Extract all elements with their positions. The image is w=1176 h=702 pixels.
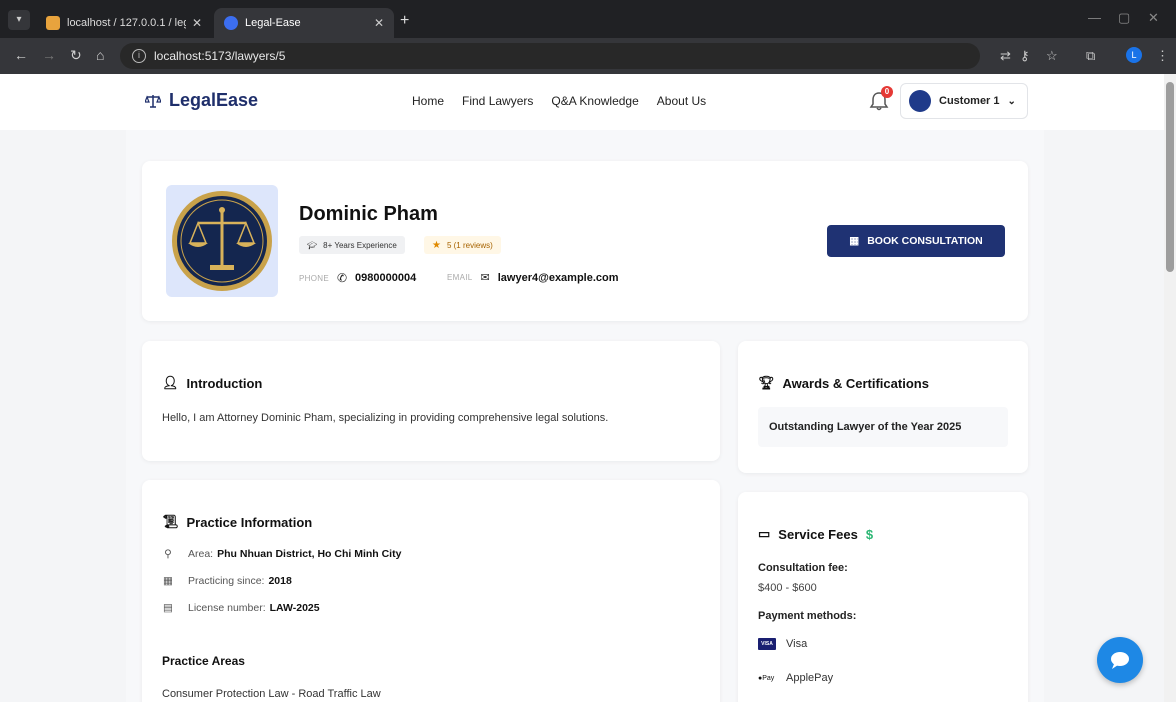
scales-of-justice-emblem-icon: [172, 191, 272, 291]
notification-badge: 0: [881, 86, 893, 98]
lawyer-profile-card: Dominic Pham 🎓︎ 8+ Years Experience ★ 5 …: [142, 161, 1028, 321]
email-contact: EMAIL ✉ lawyer4@example.com: [447, 271, 619, 285]
apple-pay-icon: ●Pay: [758, 674, 775, 682]
browser-menu-icon[interactable]: ⋮: [1156, 48, 1169, 64]
lawyer-name: Dominic Pham: [299, 203, 438, 225]
service-fees-card: ▭ Service Fees $ Consultation fee: $400 …: [738, 492, 1028, 702]
scrollbar-thumb[interactable]: [1166, 82, 1174, 272]
chat-bubble-icon: [1111, 652, 1129, 669]
main-content: Dominic Pham 🎓︎ 8+ Years Experience ★ 5 …: [126, 130, 1044, 702]
scroll-icon: 📜︎: [162, 514, 179, 529]
browser-address-bar: ← → ↻ ⌂ i localhost:5173/lawyers/5 ⇄ ⚷ ☆…: [0, 38, 1176, 74]
extensions-icon[interactable]: ⧉: [1086, 48, 1095, 64]
id-card-icon: ▤: [163, 602, 173, 614]
brand-logo[interactable]: LegalEase: [145, 90, 258, 111]
map-pin-icon: ⚲: [164, 548, 172, 560]
home-icon[interactable]: ⌂: [96, 47, 104, 63]
dollar-icon: $: [865, 526, 874, 542]
page-scrollbar[interactable]: [1164, 74, 1176, 702]
phpmyadmin-favicon-icon: [46, 16, 60, 30]
envelope-icon: ✉: [480, 272, 490, 284]
practice-areas-text: Consumer Protection Law - Road Traffic L…: [162, 688, 381, 700]
license-row: ▤ License number: LAW-2025: [163, 602, 320, 614]
introduction-heading: 👤︎ Introduction: [162, 375, 263, 391]
chevron-down-icon: ⌄: [1007, 95, 1016, 107]
lawyer-avatar: [166, 185, 278, 297]
payment-method-applepay: ●Pay ApplePay: [758, 672, 834, 684]
tab-search-button[interactable]: ▾: [8, 10, 30, 30]
legalease-favicon-icon: [224, 16, 238, 30]
user-icon: 👤︎: [162, 375, 179, 390]
close-tab-icon[interactable]: ✕: [374, 16, 384, 30]
close-tab-icon[interactable]: ✕: [192, 16, 202, 30]
browser-tab-legalease[interactable]: Legal-Ease ✕: [214, 8, 394, 38]
phone-icon: ✆: [336, 271, 348, 285]
experience-badge: 🎓︎ 8+ Years Experience: [299, 236, 405, 254]
scales-logo-icon: [145, 94, 161, 108]
graduation-cap-icon: 🎓︎: [307, 240, 318, 250]
web-page: LegalEase Home Find Lawyers Q&A Knowledg…: [0, 74, 1164, 702]
book-consultation-button[interactable]: ▦ BOOK CONSULTATION: [827, 225, 1005, 257]
practice-info-heading: 📜︎ Practice Information: [162, 514, 313, 530]
calendar-icon: ▦: [163, 575, 173, 587]
nav-find-lawyers[interactable]: Find Lawyers: [462, 94, 533, 108]
calendar-icon: ▦: [849, 235, 860, 247]
bookmark-star-icon[interactable]: ☆: [1046, 48, 1058, 64]
minimize-icon[interactable]: —: [1088, 10, 1101, 25]
rating-badge: ★ 5 (1 reviews): [424, 236, 501, 254]
star-icon: ★: [432, 239, 441, 251]
password-key-icon[interactable]: ⚷: [1020, 48, 1030, 64]
trophy-icon: 🏆︎: [758, 375, 775, 390]
translate-icon[interactable]: ⇄: [1000, 48, 1011, 64]
nav-about-us[interactable]: About Us: [657, 94, 706, 108]
site-info-icon[interactable]: i: [132, 49, 146, 63]
new-tab-icon[interactable]: +: [400, 12, 409, 30]
chat-button[interactable]: [1097, 637, 1143, 683]
reload-icon[interactable]: ↻: [70, 47, 82, 64]
consultation-fee-value: $400 - $600: [758, 582, 817, 594]
browser-tab-bar: ▾ localhost / 127.0.0.1 / legalease ✕ Le…: [0, 0, 1176, 38]
visa-icon: VISA: [758, 638, 776, 650]
awards-card: 🏆︎ Awards & Certifications Outstanding L…: [738, 341, 1028, 473]
url-field[interactable]: i localhost:5173/lawyers/5: [120, 43, 980, 69]
consultation-fee-label: Consultation fee:: [758, 562, 848, 574]
practicing-since-row: ▦ Practicing since: 2018: [163, 575, 292, 587]
main-nav: Home Find Lawyers Q&A Knowledge About Us: [412, 94, 706, 108]
introduction-text: Hello, I am Attorney Dominic Pham, speci…: [162, 412, 609, 424]
money-bill-icon: ▭: [758, 526, 771, 541]
avatar: [909, 90, 931, 112]
nav-home[interactable]: Home: [412, 94, 444, 108]
user-menu-button[interactable]: Customer 1 ⌄: [900, 83, 1028, 119]
practice-info-card: 📜︎ Practice Information ⚲ Area: Phu Nhuan…: [142, 480, 720, 702]
practice-areas-heading: Practice Areas: [162, 654, 245, 668]
forward-icon[interactable]: →: [42, 47, 56, 63]
payment-method-visa: VISA Visa: [758, 638, 807, 650]
back-icon[interactable]: ←: [14, 47, 28, 63]
introduction-card: 👤︎ Introduction Hello, I am Attorney Dom…: [142, 341, 720, 461]
close-window-icon[interactable]: ✕: [1148, 10, 1159, 26]
area-row: ⚲ Area: Phu Nhuan District, Ho Chi Minh C…: [162, 548, 401, 560]
award-item: Outstanding Lawyer of the Year 2025: [758, 407, 1008, 447]
service-fees-heading: ▭ Service Fees $: [758, 526, 874, 542]
payment-methods-label: Payment methods:: [758, 610, 857, 622]
browser-profile-avatar[interactable]: L: [1126, 47, 1142, 63]
restore-icon[interactable]: ▢: [1118, 10, 1130, 26]
nav-qa-knowledge[interactable]: Q&A Knowledge: [551, 94, 638, 108]
awards-heading: 🏆︎ Awards & Certifications: [758, 375, 929, 391]
site-header: LegalEase Home Find Lawyers Q&A Knowledg…: [0, 74, 1164, 130]
phone-contact: PHONE ✆ 0980000004: [299, 271, 417, 285]
browser-tab-phpmyadmin[interactable]: localhost / 127.0.0.1 / legalease ✕: [36, 8, 212, 38]
